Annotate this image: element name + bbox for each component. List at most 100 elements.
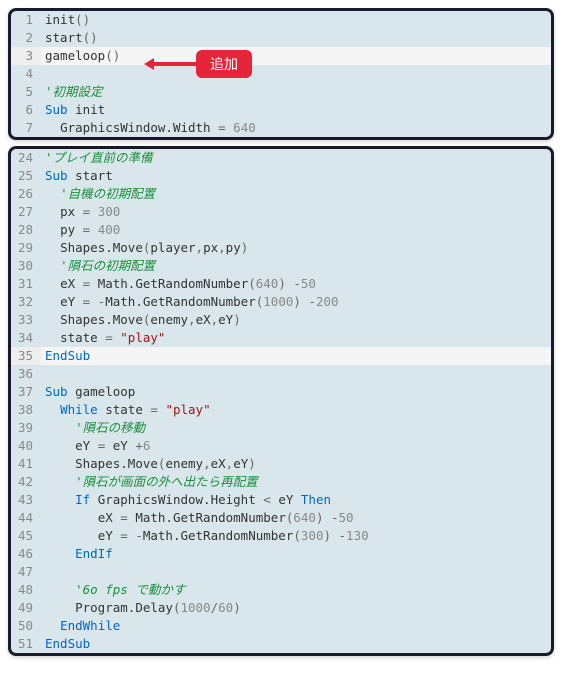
line-number: 48 <box>11 581 41 599</box>
code-line[interactable]: 43 If GraphicsWindow.Height < eY Then <box>11 491 551 509</box>
code-content: EndSub <box>41 347 551 365</box>
line-number: 6 <box>11 101 41 119</box>
code-content: Shapes.Move(player,px,py) <box>41 239 551 257</box>
code-line[interactable]: 35EndSub <box>11 347 551 365</box>
line-number: 31 <box>11 275 41 293</box>
line-number: 51 <box>11 635 41 653</box>
line-number: 41 <box>11 455 41 473</box>
line-number: 25 <box>11 167 41 185</box>
line-number: 47 <box>11 563 41 581</box>
code-line[interactable]: 39 '隕石の移動 <box>11 419 551 437</box>
line-number: 42 <box>11 473 41 491</box>
code-line[interactable]: 1init() <box>11 11 551 29</box>
code-line[interactable]: 7 GraphicsWindow.Width = 640 <box>11 119 551 137</box>
code-content: 'プレイ直前の準備 <box>41 149 551 167</box>
line-number: 7 <box>11 119 41 137</box>
code-content: '6o fps で動かす <box>41 581 551 599</box>
code-line[interactable]: 27 px = 300 <box>11 203 551 221</box>
code-line[interactable]: 42 '隕石が画面の外へ出たら再配置 <box>11 473 551 491</box>
code-line[interactable]: 51EndSub <box>11 635 551 653</box>
code-content: '自機の初期配置 <box>41 185 551 203</box>
code-content: py = 400 <box>41 221 551 239</box>
code-line[interactable]: 6Sub init <box>11 101 551 119</box>
line-number: 28 <box>11 221 41 239</box>
code-line[interactable]: 3gameloop() <box>11 47 551 65</box>
line-number: 5 <box>11 83 41 101</box>
code-content: init() <box>41 11 551 29</box>
code-line[interactable]: 44 eX = Math.GetRandomNumber(640) -50 <box>11 509 551 527</box>
code-content: px = 300 <box>41 203 551 221</box>
code-line[interactable]: 33 Shapes.Move(enemy,eX,eY) <box>11 311 551 329</box>
code-content: If GraphicsWindow.Height < eY Then <box>41 491 551 509</box>
code-content: '隕石の初期配置 <box>41 257 551 275</box>
code-line[interactable]: 25Sub start <box>11 167 551 185</box>
code-content: EndIf <box>41 545 551 563</box>
code-content: eY = eY +6 <box>41 437 551 455</box>
line-number: 3 <box>11 47 41 65</box>
code-content: eY = -Math.GetRandomNumber(300) -130 <box>41 527 551 545</box>
line-number: 39 <box>11 419 41 437</box>
code-content <box>41 65 551 83</box>
code-line[interactable]: 40 eY = eY +6 <box>11 437 551 455</box>
line-number: 36 <box>11 365 41 383</box>
code-line[interactable]: 4 <box>11 65 551 83</box>
code-content: Sub init <box>41 101 551 119</box>
code-line[interactable]: 5'初期設定 <box>11 83 551 101</box>
code-line[interactable]: 24'プレイ直前の準備 <box>11 149 551 167</box>
code-line[interactable]: 37Sub gameloop <box>11 383 551 401</box>
line-number: 4 <box>11 65 41 83</box>
code-content: '隕石の移動 <box>41 419 551 437</box>
code-line[interactable]: 46 EndIf <box>11 545 551 563</box>
line-number: 33 <box>11 311 41 329</box>
arrow-left-icon <box>148 62 198 66</box>
code-content <box>41 365 551 383</box>
code-line[interactable]: 36 <box>11 365 551 383</box>
line-number: 2 <box>11 29 41 47</box>
line-number: 37 <box>11 383 41 401</box>
line-number: 44 <box>11 509 41 527</box>
line-number: 34 <box>11 329 41 347</box>
line-number: 38 <box>11 401 41 419</box>
line-number: 30 <box>11 257 41 275</box>
line-number: 40 <box>11 437 41 455</box>
code-content: start() <box>41 29 551 47</box>
code-content: state = "play" <box>41 329 551 347</box>
code-line[interactable]: 2start() <box>11 29 551 47</box>
line-number: 29 <box>11 239 41 257</box>
code-content <box>41 563 551 581</box>
code-line[interactable]: 38 While state = "play" <box>11 401 551 419</box>
line-number: 27 <box>11 203 41 221</box>
line-number: 45 <box>11 527 41 545</box>
annotation-badge: 追加 <box>196 50 252 78</box>
line-number: 46 <box>11 545 41 563</box>
code-panel-bottom: 24'プレイ直前の準備25Sub start26 '自機の初期配置27 px =… <box>8 146 554 656</box>
code-content: '隕石が画面の外へ出たら再配置 <box>41 473 551 491</box>
code-line[interactable]: 32 eY = -Math.GetRandomNumber(1000) -200 <box>11 293 551 311</box>
code-content: Shapes.Move(enemy,eX,eY) <box>41 311 551 329</box>
line-number: 32 <box>11 293 41 311</box>
code-line[interactable]: 41 Shapes.Move(enemy,eX,eY) <box>11 455 551 473</box>
code-line[interactable]: 28 py = 400 <box>11 221 551 239</box>
code-line[interactable]: 50 EndWhile <box>11 617 551 635</box>
code-line[interactable]: 34 state = "play" <box>11 329 551 347</box>
code-line[interactable]: 49 Program.Delay(1000/60) <box>11 599 551 617</box>
line-number: 26 <box>11 185 41 203</box>
code-line[interactable]: 30 '隕石の初期配置 <box>11 257 551 275</box>
code-panel-top: 1init()2start()3gameloop()45'初期設定6Sub in… <box>8 8 554 140</box>
line-number: 24 <box>11 149 41 167</box>
line-number: 35 <box>11 347 41 365</box>
code-content: GraphicsWindow.Width = 640 <box>41 119 551 137</box>
code-content: Program.Delay(1000/60) <box>41 599 551 617</box>
code-line[interactable]: 29 Shapes.Move(player,px,py) <box>11 239 551 257</box>
line-number: 50 <box>11 617 41 635</box>
line-number: 1 <box>11 11 41 29</box>
code-line[interactable]: 26 '自機の初期配置 <box>11 185 551 203</box>
code-line[interactable]: 45 eY = -Math.GetRandomNumber(300) -130 <box>11 527 551 545</box>
code-content: eX = Math.GetRandomNumber(640) -50 <box>41 275 551 293</box>
code-content: gameloop() <box>41 47 551 65</box>
line-number: 43 <box>11 491 41 509</box>
code-line[interactable]: 47 <box>11 563 551 581</box>
code-content: Sub start <box>41 167 551 185</box>
code-line[interactable]: 48 '6o fps で動かす <box>11 581 551 599</box>
code-line[interactable]: 31 eX = Math.GetRandomNumber(640) -50 <box>11 275 551 293</box>
